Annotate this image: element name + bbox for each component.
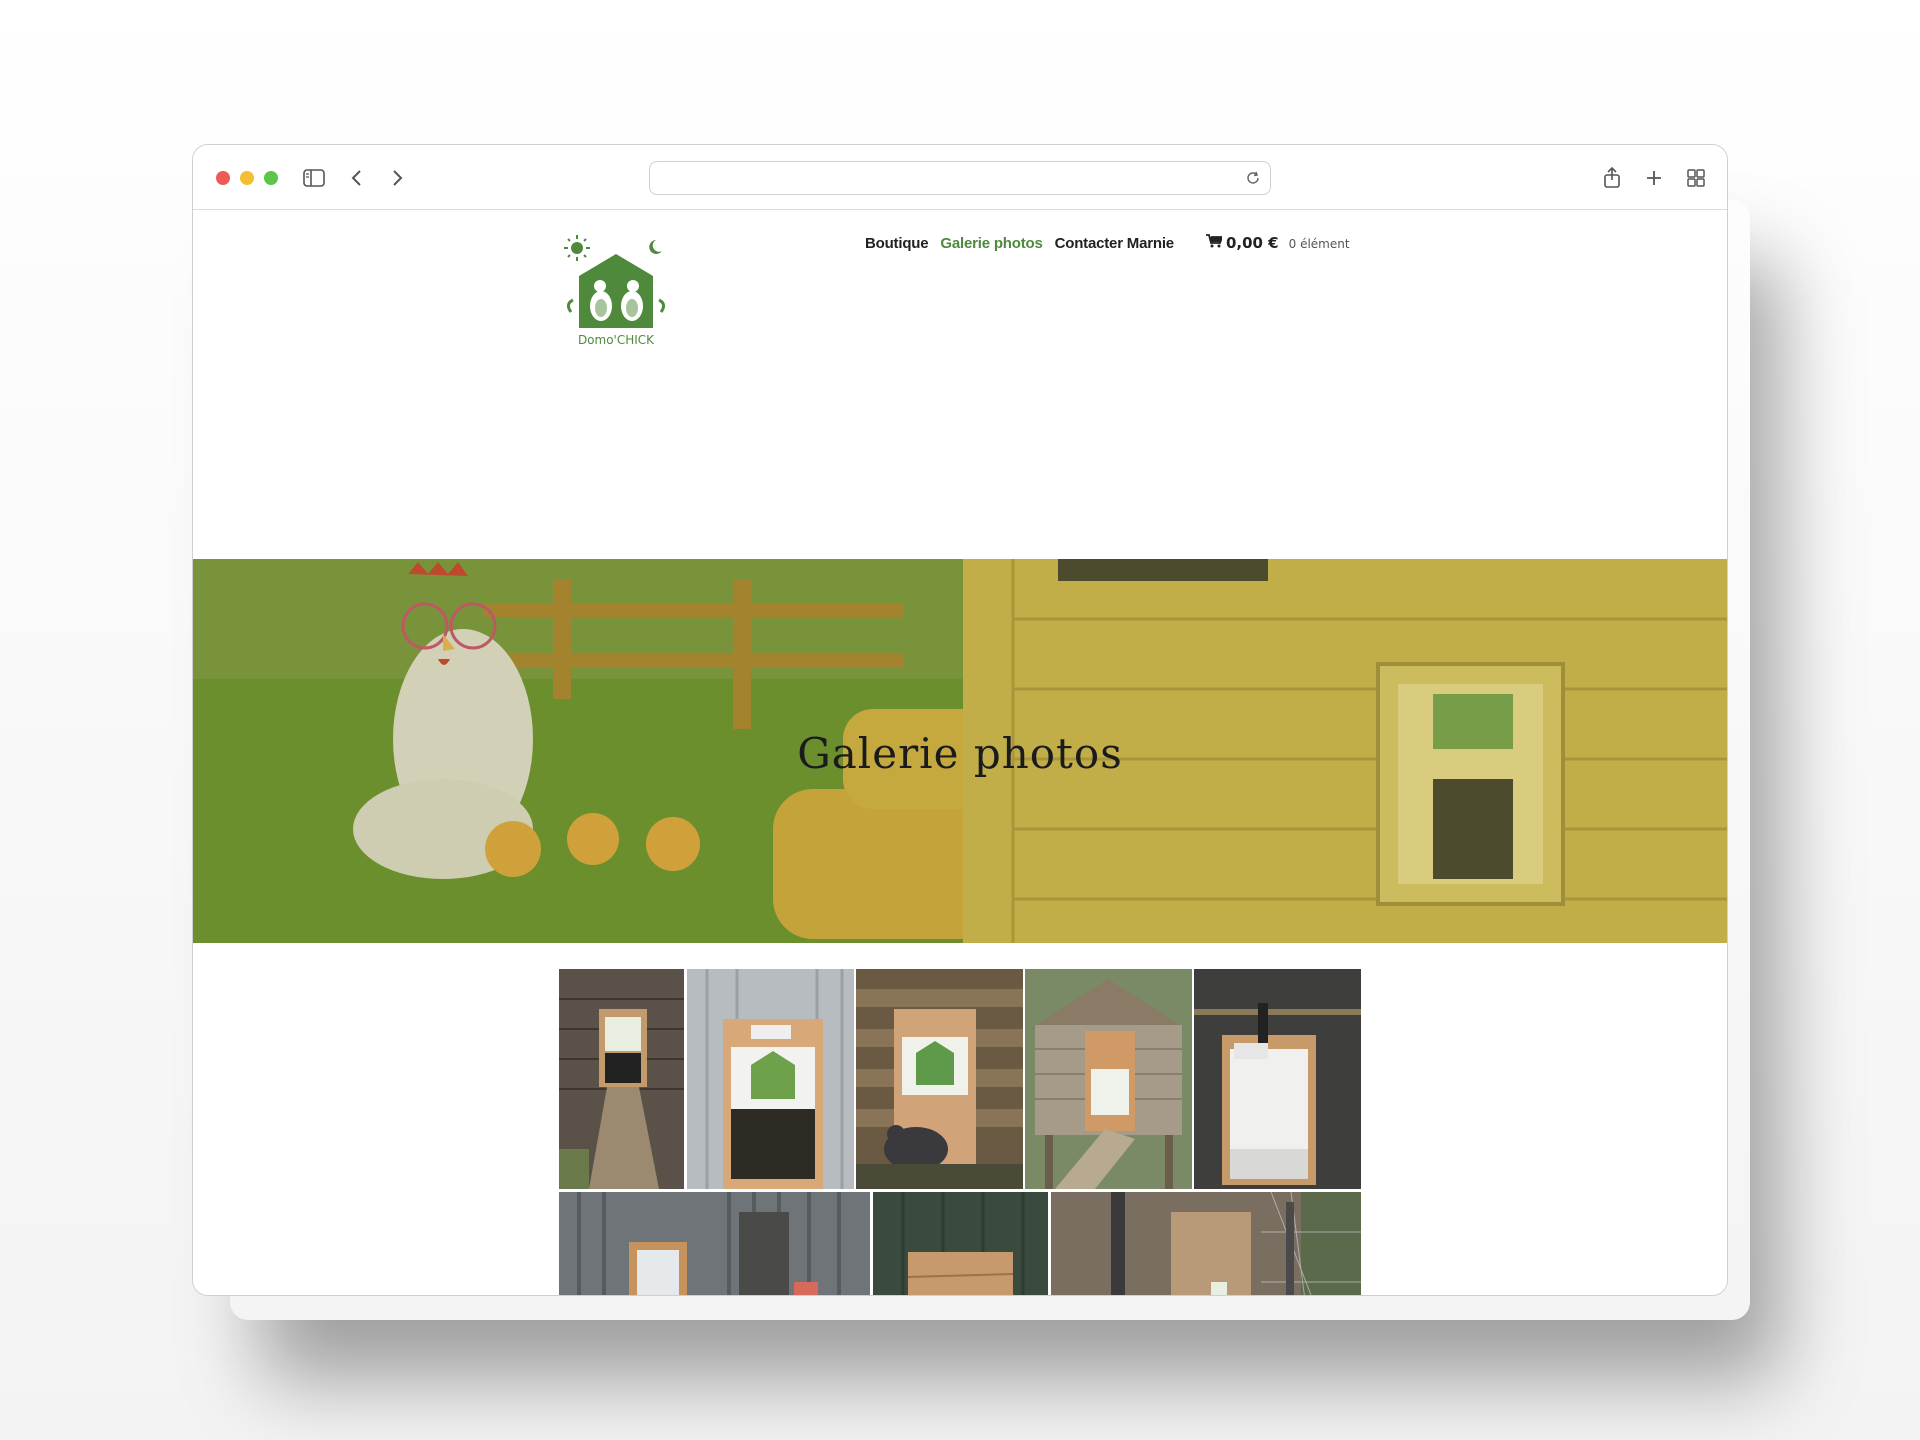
- gallery-photo-2[interactable]: [687, 969, 854, 1189]
- photo-coop-house: [1025, 969, 1192, 1189]
- photo-coop-enclosure: [1051, 1192, 1361, 1295]
- photo-door-pallet-hen: [856, 969, 1023, 1189]
- photo-wooden-door-ramp: [559, 969, 684, 1189]
- site-logo[interactable]: Domo'CHICK: [557, 232, 675, 350]
- minimize-window-button[interactable]: [240, 171, 254, 185]
- hero-title: Galerie photos: [797, 729, 1123, 778]
- cart-amount: 0,00 €: [1225, 234, 1279, 252]
- address-bar[interactable]: [649, 161, 1271, 195]
- web-viewport: Domo'CHICK Boutique Galerie photos Conta…: [193, 210, 1727, 1295]
- gallery-photo-4[interactable]: [1025, 969, 1192, 1189]
- logo-text: Domo'CHICK: [578, 333, 655, 347]
- gallery-photo-5[interactable]: [1194, 969, 1361, 1189]
- sidebar-icon[interactable]: [299, 163, 329, 193]
- photo-wooden-box-green-wall: [873, 1192, 1048, 1295]
- browser-window: Domo'CHICK Boutique Galerie photos Conta…: [192, 144, 1728, 1296]
- browser-toolbar: [193, 145, 1727, 210]
- photo-door-dark-shed: [1194, 969, 1361, 1189]
- nav-contacter-marnie[interactable]: Contacter Marnie: [1055, 235, 1175, 252]
- forward-icon[interactable]: [383, 163, 413, 193]
- close-window-button[interactable]: [216, 171, 230, 185]
- gallery-photo-1[interactable]: [559, 969, 684, 1189]
- new-tab-icon[interactable]: [1639, 163, 1669, 193]
- cart-icon: [1205, 234, 1222, 248]
- gallery-photo-8[interactable]: [1051, 1192, 1361, 1295]
- back-icon[interactable]: [341, 163, 371, 193]
- tabs-overview-icon[interactable]: [1681, 163, 1711, 193]
- zoom-window-button[interactable]: [264, 171, 278, 185]
- gallery-photo-7[interactable]: [873, 1192, 1048, 1295]
- share-icon[interactable]: [1597, 163, 1627, 193]
- nav-boutique[interactable]: Boutique: [865, 235, 929, 252]
- cart-item-count: 0 élément: [1288, 237, 1350, 251]
- gallery-photo-6[interactable]: [559, 1192, 870, 1295]
- hero-banner: Galerie photos: [193, 559, 1727, 943]
- main-navigation: Boutique Galerie photos Contacter Marnie…: [865, 234, 1350, 252]
- cart-widget[interactable]: 0,00 € 0 élément: [1205, 234, 1350, 252]
- nav-galerie-photos[interactable]: Galerie photos: [940, 235, 1042, 252]
- reload-icon[interactable]: [1244, 169, 1262, 187]
- gallery-photo-3[interactable]: [856, 969, 1023, 1189]
- photo-door-metal-wall: [687, 969, 854, 1189]
- photo-door-corrugated-feeder: [559, 1192, 870, 1295]
